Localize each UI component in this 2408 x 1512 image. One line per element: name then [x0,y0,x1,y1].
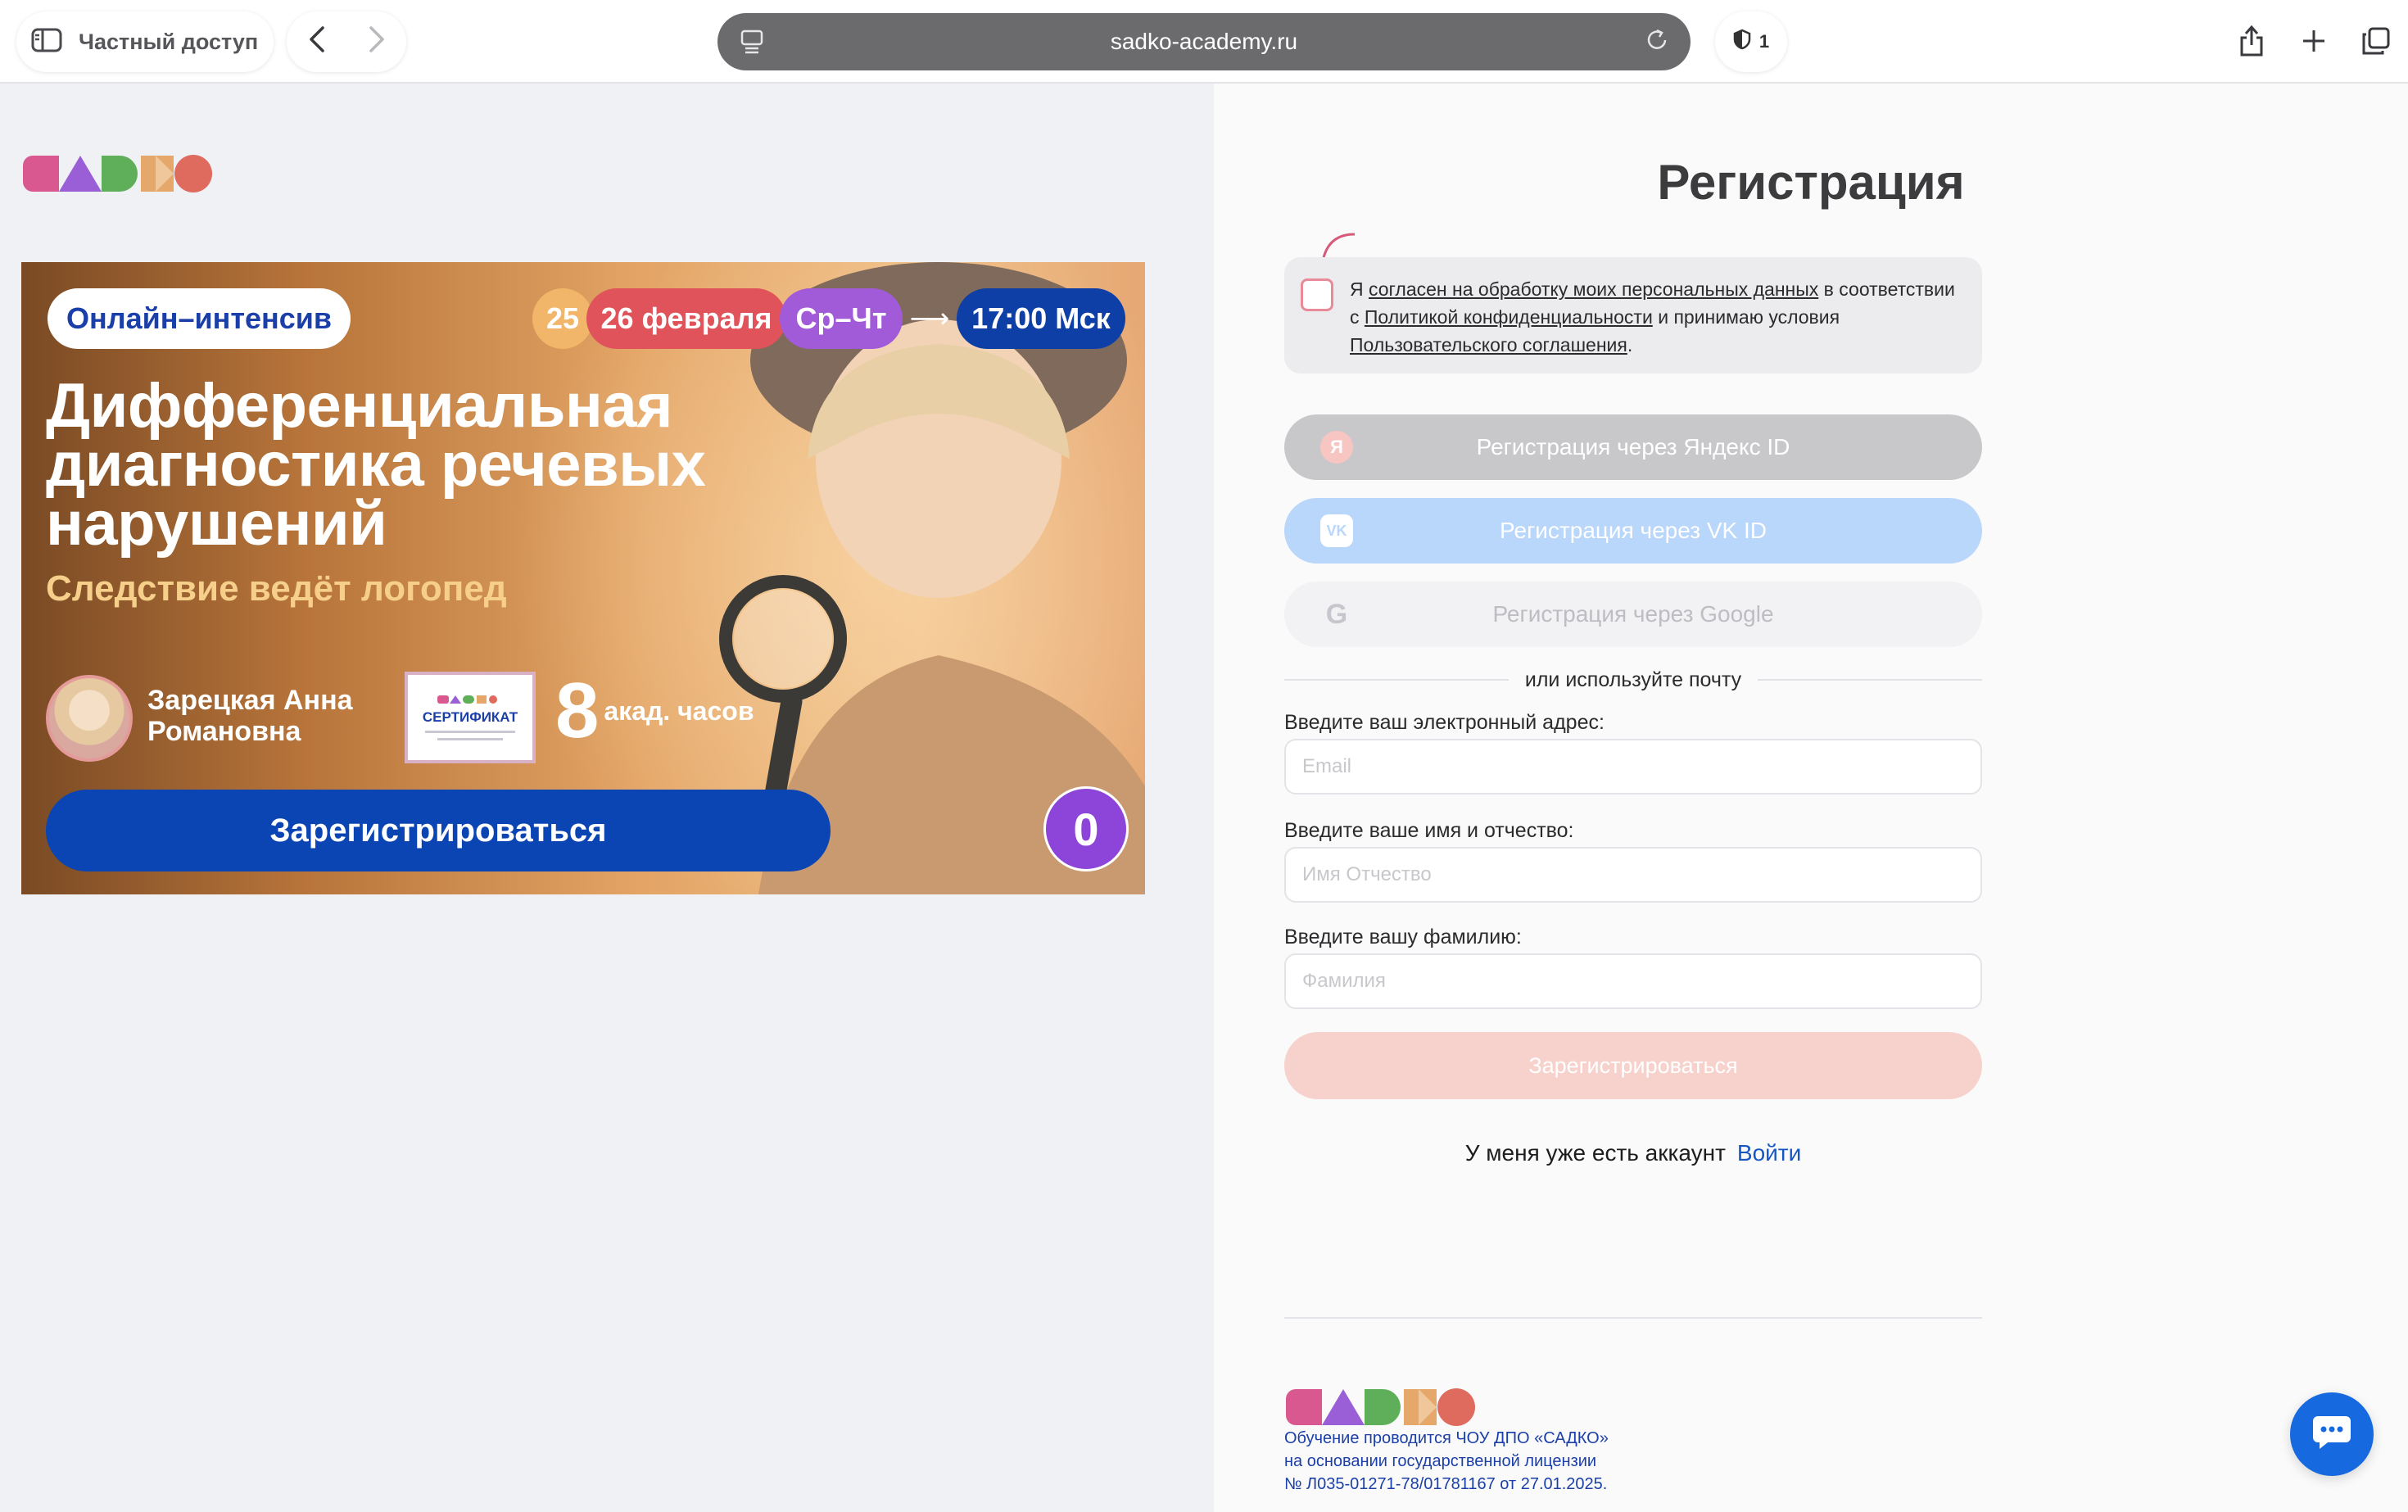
name-label: Введите ваше имя и отчество: [1284,819,1574,842]
google-icon: G [1325,598,1348,630]
user-agreement-link[interactable]: Пользовательского соглашения [1350,334,1627,355]
event-schedule: 25 26 февраля Ср–Чт ⟶ 17:00 Мск [532,288,1125,349]
format-tag: Онлайн–интенсив [48,288,351,349]
hours-number: 8 [555,667,600,754]
surname-label: Введите вашу фамилию: [1284,926,1522,948]
time-chip: 17:00 Мск [957,288,1125,349]
privacy-report-button[interactable]: 1 [1715,11,1787,72]
free-badge-number: 0 [1073,803,1099,855]
name-field[interactable] [1284,847,1982,903]
chevron-right-icon[interactable] [368,25,386,59]
weekday-chip: Ср–Чт [780,288,903,349]
sadko-logo[interactable] [21,154,215,193]
tabs-icon[interactable] [2359,18,2393,64]
email-label: Введите ваш электронный адрес: [1284,711,1605,734]
page-menu-icon[interactable] [740,29,763,60]
yandex-register-button[interactable]: Я Регистрация через Яндекс ID [1284,414,1982,480]
vk-register-label: Регистрация через VK ID [1500,518,1767,543]
url-text: sadko-academy.ru [1110,29,1298,54]
footer-divider [1284,1317,1982,1319]
privacy-policy-link[interactable]: Политикой конфиденциальности [1365,306,1653,328]
login-link[interactable]: Войти [1737,1140,1801,1166]
private-browsing-label: Частный доступ [79,29,259,54]
course-title: Дифференциальная диагностика речевых нар… [46,371,706,559]
speaker-avatar [46,675,133,762]
academic-hours: 8 акад. часов [555,672,754,750]
banner-register-button[interactable]: Зарегистрироваться [46,790,831,871]
email-field[interactable] [1284,739,1982,794]
sidebar-icon[interactable] [31,28,62,57]
chevron-left-icon[interactable] [308,25,326,59]
arrow-right-icon: ⟶ [909,303,950,334]
toolbar-right-actions [2234,18,2393,64]
private-browsing-button[interactable]: Частный доступ [16,11,274,72]
consent-block: Я согласен на обработку моих персональны… [1284,257,1982,373]
or-divider: или используйте почту [1284,663,1982,696]
certificate-title: СЕРТИФИКАТ [422,709,518,725]
course-subtitle: Следствие ведёт логопед [46,568,507,609]
vk-icon: VK [1320,514,1353,547]
yandex-icon: Я [1320,431,1353,464]
tracker-count: 1 [1758,31,1770,52]
yandex-register-label: Регистрация через Яндекс ID [1476,434,1790,459]
license-text: Обучение проводится ЧОУ ДПО «САДКО» на о… [1284,1429,1609,1493]
browser-toolbar: Частный доступ sadko-academy.ru 1 [0,0,2408,84]
page-title: Регистрация [1657,155,1965,210]
hours-text: акад. часов [604,696,754,726]
consent-checkbox[interactable] [1301,278,1333,311]
surname-field[interactable] [1284,953,1982,1009]
login-row: У меня уже есть аккаунт Войти [1214,1140,2053,1166]
left-panel: Онлайн–интенсив 25 26 февраля Ср–Чт ⟶ 17… [0,84,1214,1512]
free-badge: 0 [1043,786,1129,871]
date-day1: 25 [532,288,593,349]
google-register-label: Регистрация через Google [1492,601,1774,627]
share-icon[interactable] [2234,18,2269,64]
chat-icon [2311,1415,2352,1455]
date-chip: 26 февраля [586,288,786,349]
address-bar[interactable]: sadko-academy.ru [717,13,1691,70]
certificate-image: СЕРТИФИКАТ [405,672,536,763]
chat-button[interactable] [2290,1392,2374,1476]
consent-text: Я согласен на обработку моих персональны… [1350,278,1955,355]
vk-register-button[interactable]: VK Регистрация через VK ID [1284,498,1982,564]
personal-data-link[interactable]: согласен на обработку моих персональных … [1369,278,1818,300]
google-register-button[interactable]: G Регистрация через Google [1284,582,1982,647]
navigation-buttons [287,11,406,72]
have-account-text: У меня уже есть аккаунт [1464,1140,1726,1166]
register-submit-button[interactable]: Зарегистрироваться [1284,1032,1982,1099]
plus-icon[interactable] [2297,18,2331,64]
speaker-name: Зарецкая Анна Романовна [147,685,353,747]
reload-icon[interactable] [1645,28,1669,58]
shield-icon [1733,29,1751,55]
registration-panel: Регистрация Я согласен на обработку моих… [1214,84,2408,1512]
footer-sadko-logo [1284,1388,1478,1427]
or-divider-text: или используйте почту [1524,668,1742,691]
course-banner[interactable]: Онлайн–интенсив 25 26 февраля Ср–Чт ⟶ 17… [21,262,1145,894]
